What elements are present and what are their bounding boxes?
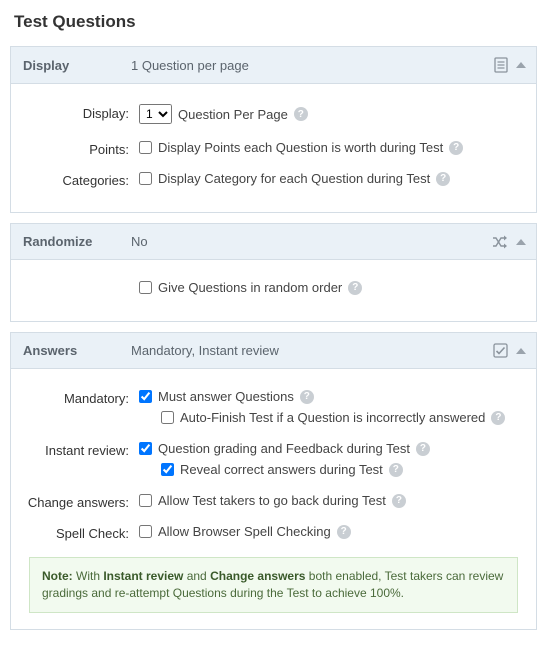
points-text: Display Points each Question is worth du… <box>158 140 443 155</box>
reveal-answers-checkbox[interactable] <box>161 463 174 476</box>
help-icon[interactable]: ? <box>491 411 505 425</box>
randomize-spacer <box>23 280 139 282</box>
note-b1: Instant review <box>103 569 183 583</box>
spell-check-text: Allow Browser Spell Checking <box>158 524 331 539</box>
instant-review-text: Question grading and Feedback during Tes… <box>158 441 410 456</box>
panel-answers-label: Answers <box>21 343 131 358</box>
panel-display-summary: 1 Question per page <box>131 58 494 73</box>
help-icon[interactable]: ? <box>416 442 430 456</box>
note-b2: Change answers <box>210 569 305 583</box>
display-count-label: Display: <box>23 104 139 121</box>
instant-review-checkbox[interactable] <box>139 442 152 455</box>
autofinish-text: Auto-Finish Test if a Question is incorr… <box>180 410 485 425</box>
help-icon[interactable]: ? <box>392 494 406 508</box>
points-checkbox[interactable] <box>139 141 152 154</box>
panel-randomize-summary: No <box>131 234 492 249</box>
note-prefix: Note: <box>42 569 73 583</box>
help-icon[interactable]: ? <box>436 172 450 186</box>
help-icon[interactable]: ? <box>300 390 314 404</box>
panel-answers-summary: Mandatory, Instant review <box>131 343 493 358</box>
panel-answers: Answers Mandatory, Instant review Mandat… <box>10 332 537 630</box>
panel-display: Display 1 Question per page Display: 1 Q… <box>10 46 537 213</box>
change-answers-text: Allow Test takers to go back during Test <box>158 493 386 508</box>
page-icon <box>494 57 508 73</box>
random-order-checkbox[interactable] <box>139 281 152 294</box>
change-answers-label: Change answers: <box>23 493 139 510</box>
mandatory-label: Mandatory: <box>23 389 139 406</box>
help-icon[interactable]: ? <box>449 141 463 155</box>
per-page-suffix: Question Per Page <box>178 107 288 122</box>
panel-randomize-label: Randomize <box>21 234 131 249</box>
categories-text: Display Category for each Question durin… <box>158 171 430 186</box>
random-order-text: Give Questions in random order <box>158 280 342 295</box>
points-label: Points: <box>23 140 139 157</box>
help-icon[interactable]: ? <box>294 107 308 121</box>
spell-check-checkbox[interactable] <box>139 525 152 538</box>
categories-label: Categories: <box>23 171 139 188</box>
instant-review-label: Instant review: <box>23 441 139 458</box>
note-box: Note: With Instant review and Change ans… <box>29 557 518 613</box>
panel-answers-body: Mandatory: Must answer Questions ? Auto-… <box>11 369 536 629</box>
chevron-up-icon[interactable] <box>516 239 526 245</box>
panel-answers-header[interactable]: Answers Mandatory, Instant review <box>11 332 536 369</box>
change-answers-checkbox[interactable] <box>139 494 152 507</box>
shuffle-icon <box>492 235 508 249</box>
questions-per-page-select[interactable]: 1 <box>139 104 172 124</box>
help-icon[interactable]: ? <box>348 281 362 295</box>
mandatory-checkbox[interactable] <box>139 390 152 403</box>
panel-randomize-body: Give Questions in random order ? <box>11 260 536 321</box>
page-title: Test Questions <box>14 12 537 32</box>
chevron-up-icon[interactable] <box>516 348 526 354</box>
help-icon[interactable]: ? <box>337 525 351 539</box>
categories-checkbox[interactable] <box>139 172 152 185</box>
panel-randomize-header[interactable]: Randomize No <box>11 223 536 260</box>
reveal-answers-text: Reveal correct answers during Test <box>180 462 383 477</box>
chevron-up-icon[interactable] <box>516 62 526 68</box>
autofinish-checkbox[interactable] <box>161 411 174 424</box>
panel-display-body: Display: 1 Question Per Page ? Points: D… <box>11 84 536 212</box>
check-box-icon <box>493 343 508 358</box>
note-text-a: With <box>73 569 104 583</box>
help-icon[interactable]: ? <box>389 463 403 477</box>
note-text-b: and <box>183 569 210 583</box>
panel-display-header[interactable]: Display 1 Question per page <box>11 46 536 84</box>
panel-display-label: Display <box>21 58 131 73</box>
panel-randomize: Randomize No Give Questions in random or… <box>10 223 537 322</box>
mandatory-text: Must answer Questions <box>158 389 294 404</box>
spell-check-label: Spell Check: <box>23 524 139 541</box>
